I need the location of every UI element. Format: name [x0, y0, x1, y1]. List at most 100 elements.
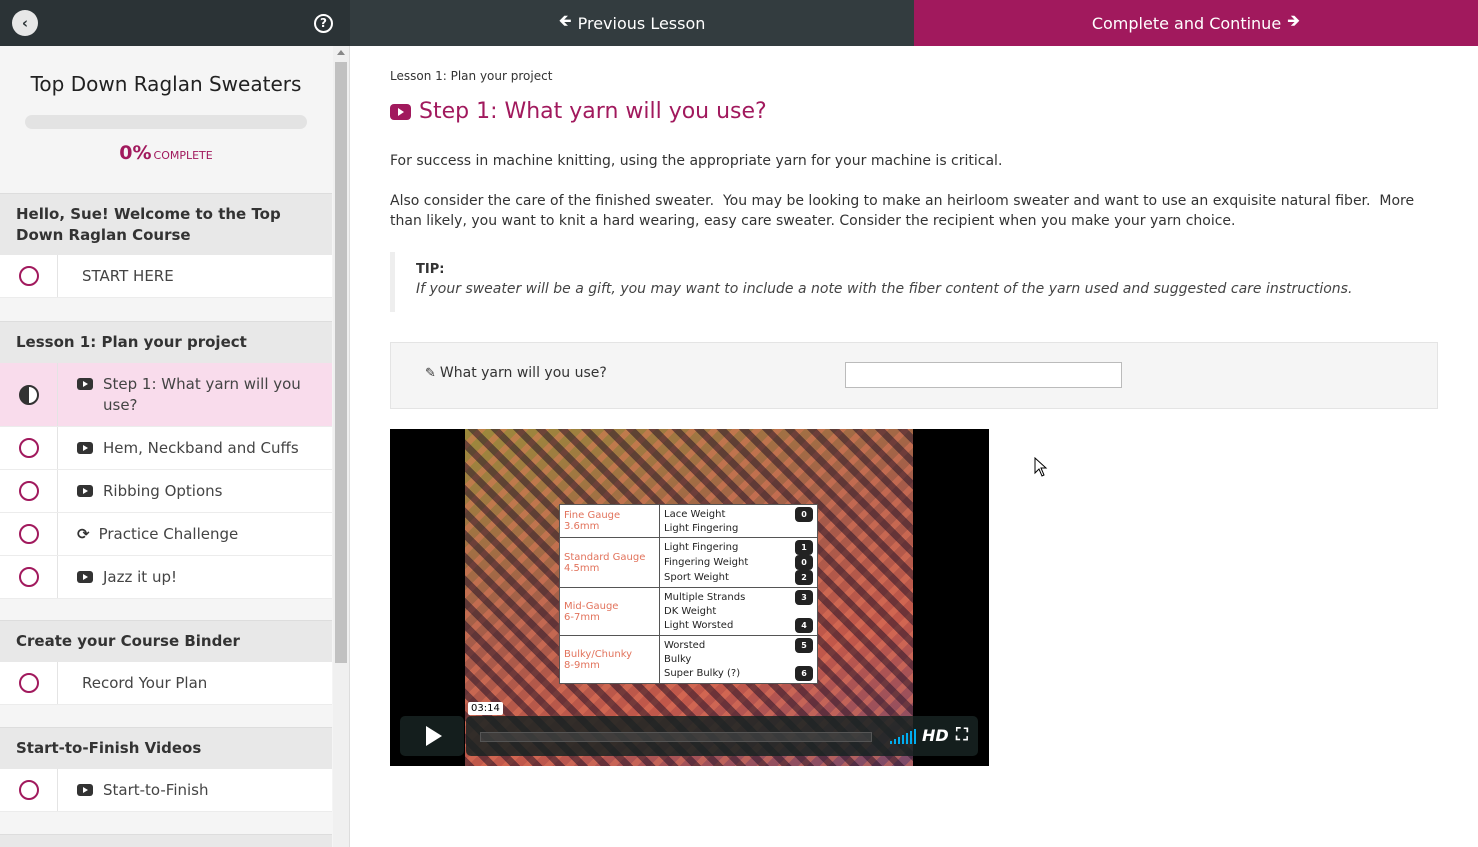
lesson-label: Hem, Neckband and Cuffs: [103, 438, 299, 457]
gauge-text: Mid-Gauge: [564, 600, 619, 612]
lesson-status: [0, 769, 58, 811]
complete-and-continue-button[interactable]: Complete and Continue 🡺: [914, 0, 1478, 46]
section-course-binder: Create your Course Binder: [0, 620, 332, 662]
youtube-icon: [77, 484, 93, 497]
weight-row: Super Bulky (?) 6: [664, 666, 813, 681]
sidebar-item-start-here[interactable]: START HERE: [0, 255, 332, 298]
arrow-left-icon: 🡸: [558, 10, 572, 30]
incomplete-circle-icon: [18, 780, 39, 800]
section-gap: [0, 298, 332, 321]
sidebar-item-start-to-finish[interactable]: Start-to-Finish: [0, 769, 332, 812]
section-title: Start-to-Finish Videos: [16, 739, 202, 757]
course-title: Top Down Raglan Sweaters: [30, 72, 302, 96]
weight-row: Light Fingering 1: [664, 540, 813, 555]
incomplete-circle-icon: [18, 266, 39, 286]
page-title-text: Step 1: What yarn will you use?: [419, 99, 767, 124]
gauge-text: Fine Gauge: [564, 510, 621, 521]
sidebar-item-step-1[interactable]: Step 1: What yarn will you use?: [0, 363, 332, 427]
arrow-right-icon: 🡺: [1287, 10, 1301, 30]
lesson-status: [0, 255, 58, 297]
weight-row: Bulky: [664, 653, 813, 666]
sidebar-item-ribbing-options[interactable]: Ribbing Options: [0, 470, 332, 513]
progress-label: COMPLETE: [153, 149, 213, 162]
video-timecode: 03:14: [468, 702, 503, 715]
yarn-weight-table: Fine Gauge 3.6mm Lace Weight 0 Light Fingeri…: [559, 504, 818, 684]
breadcrumb: Lesson 1: Plan your project: [390, 69, 553, 83]
lesson-status: [0, 470, 58, 512]
pencil-icon: ✎: [425, 365, 436, 381]
complete-and-continue-label: Complete and Continue: [1091, 13, 1282, 33]
weight-text: Super Bulky (?): [664, 668, 741, 679]
sidebar-scrollbar[interactable]: [333, 46, 349, 847]
weights-cell: Multiple Strands 3 DK Weight Light Worsted 4: [659, 587, 818, 636]
lesson-body: Record Your Plan: [58, 673, 332, 694]
youtube-icon: [77, 441, 93, 454]
weight-text: DK Weight: [664, 606, 717, 617]
lesson-label: Step 1: What yarn will you use?: [103, 374, 301, 414]
fullscreen-icon[interactable]: ⛶: [956, 725, 968, 745]
paragraph-care: Also consider the care of the finished s…: [390, 193, 1419, 229]
scrollbar-thumb[interactable]: [335, 62, 347, 663]
question-label: ✎ What yarn will you use?: [425, 365, 607, 381]
weights-cell: Light Fingering 1 Fingering Weight 0 Sport W…: [659, 537, 818, 588]
weight-text: Worsted: [664, 640, 706, 651]
yarn-table-row: Standard Gauge 4.5mm Light Fingering 1 Finge…: [559, 537, 818, 588]
in-progress-circle-icon: [18, 384, 39, 405]
yarn-weight-badge-icon: 0: [795, 507, 813, 522]
scroll-up-icon[interactable]: [337, 50, 345, 55]
yarn-weight-badge-icon: 4: [795, 618, 813, 633]
section-gap: [0, 705, 332, 727]
video-progress-track[interactable]: [480, 732, 872, 742]
weight-row: Light Worsted 4: [664, 618, 813, 633]
section-title: Lesson 1: Plan your project: [16, 333, 247, 351]
section-title: Hello, Sue! Welcome to the Top Down Ragl…: [16, 204, 281, 244]
lesson-body: Ribbing Options: [58, 481, 332, 502]
incomplete-circle-icon: [18, 673, 39, 693]
sidebar-item-jazz-it-up[interactable]: Jazz it up!: [0, 556, 332, 599]
hd-toggle[interactable]: HD: [922, 726, 949, 745]
progress-bar: [25, 115, 307, 129]
gauge-text: 3.6mm: [564, 521, 600, 532]
incomplete-circle-icon: [18, 481, 39, 501]
control-bar: HD ⛶: [466, 716, 978, 756]
play-icon: [426, 726, 442, 746]
yarn-weight-badge-icon: 2: [795, 570, 813, 585]
play-button[interactable]: [400, 716, 464, 756]
lesson-body: Start-to-Finish: [58, 780, 332, 801]
back-icon[interactable]: ‹: [12, 10, 38, 36]
section-lesson-1: Lesson 1: Plan your project: [0, 321, 332, 363]
yarn-table-row: Mid-Gauge 6-7mm Multiple Strands 3 DK Weight…: [559, 587, 818, 636]
video-player[interactable]: Fine Gauge 3.6mm Lace Weight 0 Light Fingeri…: [390, 429, 989, 766]
yarn-weight-badge-icon: 6: [795, 666, 813, 681]
weight-row: Lace Weight 0: [664, 507, 813, 522]
yarn-weight-badge-icon: 5: [795, 638, 813, 653]
lesson-label: Jazz it up!: [103, 567, 177, 586]
sidebar-item-record-your-plan[interactable]: Record Your Plan: [0, 662, 332, 705]
weight-row: Worsted 5: [664, 638, 813, 653]
youtube-icon: [77, 570, 93, 583]
previous-lesson-button[interactable]: 🡸 Previous Lesson: [350, 0, 914, 46]
course-sidebar: Top Down Raglan Sweaters 0% COMPLETE Hell…: [0, 46, 350, 847]
lesson-label: Record Your Plan: [82, 673, 208, 692]
lesson-label: START HERE: [82, 266, 174, 285]
gauge-text: 6-7mm: [564, 611, 600, 623]
yarn-weight-badge-icon: 3: [795, 590, 813, 605]
youtube-icon: [77, 377, 93, 390]
weight-text: Light Fingering: [664, 542, 739, 553]
lesson-body: START HERE: [58, 266, 332, 287]
weight-row: Sport Weight 2: [664, 570, 813, 585]
question-box: ✎ What yarn will you use?: [390, 342, 1438, 409]
incomplete-circle-icon: [18, 567, 39, 587]
sidebar-item-practice-challenge[interactable]: ⟳ Practice Challenge: [0, 513, 332, 556]
sidebar-item-hem-neckband-cuffs[interactable]: Hem, Neckband and Cuffs: [0, 427, 332, 470]
gauge-cell: Mid-Gauge 6-7mm: [559, 587, 660, 636]
lesson-body: Step 1: What yarn will you use?: [58, 374, 332, 416]
lesson-status: [0, 556, 58, 598]
weight-row: Multiple Strands 3: [664, 590, 813, 605]
help-icon[interactable]: ?: [314, 14, 333, 33]
volume-icon[interactable]: [890, 728, 916, 744]
gauge-cell: Fine Gauge 3.6mm: [559, 504, 660, 538]
yarn-table-row: Bulky/Chunky 8-9mm Worsted 5 Bulky Super Bulk…: [559, 635, 818, 684]
section-title: Create your Course Binder: [16, 632, 240, 650]
yarn-answer-input[interactable]: [845, 362, 1122, 388]
